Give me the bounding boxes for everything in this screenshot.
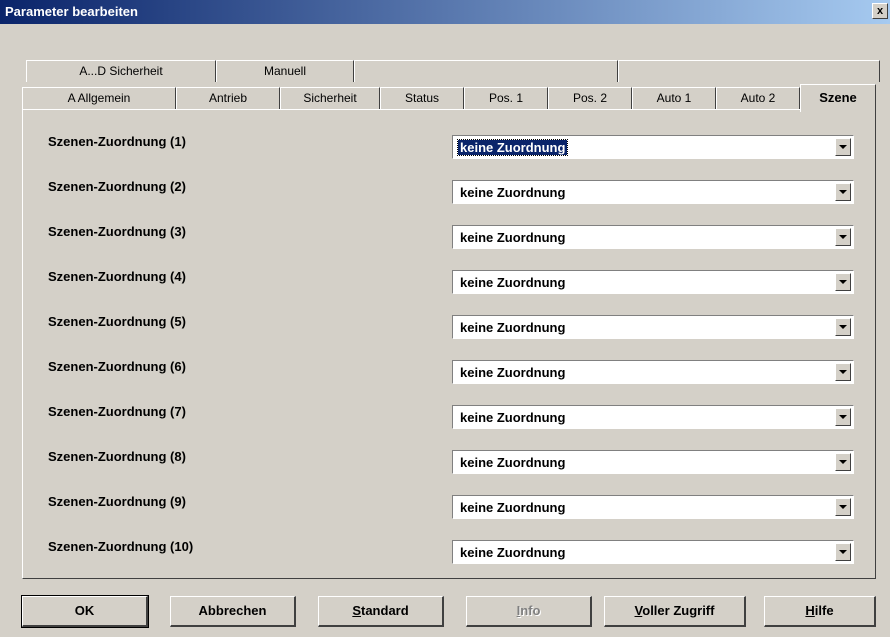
select-value: keine Zuordnung [460,500,566,515]
window-title: Parameter bearbeiten [5,4,138,19]
chevron-down-icon [839,190,847,194]
scene-assignment-label: Szenen-Zuordnung (2) [48,179,186,194]
tab-allgemein[interactable]: A Allgemein [22,87,176,109]
select-value: keine Zuordnung [460,275,566,290]
dropdown-arrow-button[interactable] [835,543,851,561]
scene-assignment-label: Szenen-Zuordnung (1) [48,134,186,149]
tab-row1-filler-2 [618,60,880,82]
scene-assignment-select[interactable]: keine Zuordnung [452,360,854,384]
chevron-down-icon [839,550,847,554]
tab-manuell[interactable]: Manuell [216,60,354,82]
chevron-down-icon [839,145,847,149]
chevron-down-icon [839,325,847,329]
scene-assignment-select[interactable]: keine Zuordnung [452,540,854,564]
dropdown-arrow-button[interactable] [835,228,851,246]
dropdown-arrow-button[interactable] [835,318,851,336]
dropdown-arrow-button[interactable] [835,498,851,516]
chevron-down-icon [839,235,847,239]
tab-pos1[interactable]: Pos. 1 [464,87,548,109]
select-value: keine Zuordnung [456,139,569,156]
dropdown-arrow-button[interactable] [835,273,851,291]
close-icon: x [876,5,884,17]
close-button[interactable]: x [872,3,888,19]
tab-status[interactable]: Status [380,87,464,109]
select-value: keine Zuordnung [460,185,566,200]
dropdown-arrow-button[interactable] [835,408,851,426]
scene-assignment-label: Szenen-Zuordnung (9) [48,494,186,509]
tab-pos2[interactable]: Pos. 2 [548,87,632,109]
scene-assignment-select[interactable]: keine Zuordnung [452,405,854,429]
chevron-down-icon [839,280,847,284]
scene-assignment-select[interactable]: keine Zuordnung [452,495,854,519]
tab-szene[interactable]: Szene [800,84,876,112]
scene-assignment-label: Szenen-Zuordnung (5) [48,314,186,329]
tab-ad-sicherheit[interactable]: A...D Sicherheit [26,60,216,82]
scene-assignment-label: Szenen-Zuordnung (10) [48,539,194,554]
tab-sicherheit[interactable]: Sicherheit [280,87,380,109]
hilfe-button[interactable]: Hilfe [764,596,876,627]
scene-assignment-select[interactable]: keine Zuordnung [452,225,854,249]
scene-assignment-select[interactable]: keine Zuordnung [452,270,854,294]
scene-assignment-label: Szenen-Zuordnung (7) [48,404,186,419]
dropdown-arrow-button[interactable] [835,138,851,156]
scene-assignment-label: Szenen-Zuordnung (3) [48,224,186,239]
chevron-down-icon [839,505,847,509]
title-bar: Parameter bearbeiten x [0,0,890,24]
scene-assignment-select[interactable]: keine Zuordnung [452,180,854,204]
dropdown-arrow-button[interactable] [835,363,851,381]
select-value: keine Zuordnung [460,230,566,245]
tab-row1-filler [354,60,618,82]
scene-assignment-label: Szenen-Zuordnung (8) [48,449,186,464]
tab-antrieb[interactable]: Antrieb [176,87,280,109]
scene-assignment-label: Szenen-Zuordnung (4) [48,269,186,284]
dropdown-arrow-button[interactable] [835,183,851,201]
scene-assignment-select[interactable]: keine Zuordnung [452,450,854,474]
select-value: keine Zuordnung [460,545,566,560]
tab-auto2[interactable]: Auto 2 [716,87,800,109]
select-value: keine Zuordnung [460,320,566,335]
voller-zugriff-button[interactable]: Voller Zugriff [604,596,746,627]
scene-assignment-select[interactable]: keine Zuordnung [452,315,854,339]
standard-button[interactable]: Standard [318,596,444,627]
select-value: keine Zuordnung [460,455,566,470]
tab-auto1[interactable]: Auto 1 [632,87,716,109]
select-value: keine Zuordnung [460,410,566,425]
scene-assignment-label: Szenen-Zuordnung (6) [48,359,186,374]
chevron-down-icon [839,460,847,464]
info-button[interactable]: Info [466,596,592,627]
scene-assignment-select[interactable]: keine Zuordnung [452,135,854,159]
ok-button[interactable]: OK [21,595,149,628]
chevron-down-icon [839,370,847,374]
chevron-down-icon [839,415,847,419]
select-value: keine Zuordnung [460,365,566,380]
dropdown-arrow-button[interactable] [835,453,851,471]
abbrechen-button[interactable]: Abbrechen [170,596,296,627]
